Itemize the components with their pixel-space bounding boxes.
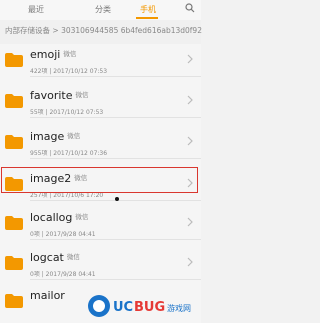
folder-icon (5, 294, 23, 308)
tab-phone[interactable]: 手机 (140, 4, 156, 15)
folder-tag: 微信 (74, 174, 88, 182)
folder-meta: 0项 | 2017/9/28 04:41 (30, 271, 96, 278)
folder-name: locallog (30, 211, 73, 224)
breadcrumb-separator: > (52, 26, 59, 35)
svg-text:UC: UC (113, 300, 133, 315)
folder-name: emoji (30, 48, 61, 61)
folder-icon (5, 177, 23, 191)
folder-meta: 955项 | 2017/10/12 07:36 (30, 150, 108, 157)
list-item[interactable]: emoji 微信 422项 | 2017/10/12 07:53 (0, 44, 201, 77)
breadcrumb-current[interactable]: 303106944585 6b4fed616ab13d0f92 (61, 26, 202, 35)
list-item[interactable]: image 微信 955项 | 2017/10/12 07:36 (0, 126, 201, 159)
chevron-right-icon (187, 217, 193, 227)
folder-icon (5, 216, 23, 230)
tab-category[interactable]: 分类 (95, 4, 111, 15)
list-item[interactable]: image2 微信 257项 | 2017/10/6 17:20 (0, 168, 201, 201)
touch-indicator (115, 197, 119, 201)
chevron-right-icon (187, 257, 193, 267)
folder-icon (5, 53, 23, 67)
divider (30, 117, 201, 118)
folder-name: mailor (30, 289, 65, 302)
tab-recent[interactable]: 最近 (28, 4, 44, 15)
folder-name: image2 (30, 172, 72, 185)
folder-list: emoji 微信 422项 | 2017/10/12 07:53 favorite… (0, 44, 201, 323)
chevron-right-icon (187, 95, 193, 105)
divider (30, 158, 201, 159)
search-icon[interactable] (185, 3, 195, 13)
folder-name: image (30, 130, 65, 143)
folder-meta: 55项 | 2017/10/12 07:53 (30, 109, 104, 116)
divider (30, 76, 201, 77)
folder-name: favorite (30, 89, 73, 102)
folder-meta: 422项 | 2017/10/12 07:53 (30, 68, 108, 75)
chevron-right-icon (187, 178, 193, 188)
divider (30, 279, 201, 280)
svg-text:BUG: BUG (134, 300, 165, 315)
list-item[interactable]: favorite 微信 55项 | 2017/10/12 07:53 (0, 85, 201, 118)
folder-name: logcat (30, 251, 64, 264)
folder-tag: 微信 (75, 213, 89, 221)
svg-text:游戏网: 游戏网 (167, 303, 191, 313)
folder-tag: 微信 (75, 91, 89, 99)
folder-meta: 257项 | 2017/10/6 17:20 (30, 192, 104, 199)
breadcrumb-root[interactable]: 内部存储设备 (5, 26, 50, 35)
divider (30, 239, 201, 240)
folder-icon (5, 94, 23, 108)
breadcrumb: 内部存储设备 > 303106944585 6b4fed616ab13d0f92 (0, 20, 202, 44)
tab-bar: 最近 分类 手机 (0, 0, 201, 20)
folder-meta: 0项 | 2017/9/28 04:41 (30, 231, 96, 238)
folder-icon (5, 135, 23, 149)
active-tab-indicator (136, 17, 158, 19)
list-item[interactable]: logcat 微信 0项 | 2017/9/28 04:41 (0, 247, 201, 280)
folder-icon (5, 256, 23, 270)
folder-tag: 微信 (67, 132, 81, 140)
list-item[interactable]: locallog 微信 0项 | 2017/9/28 04:41 (0, 207, 201, 240)
folder-tag: 微信 (63, 50, 77, 58)
chevron-right-icon (187, 54, 193, 64)
folder-tag: 微信 (66, 253, 80, 261)
chevron-right-icon (187, 136, 193, 146)
ucbug-watermark-logo: UC BUG 游戏网 (88, 295, 191, 317)
